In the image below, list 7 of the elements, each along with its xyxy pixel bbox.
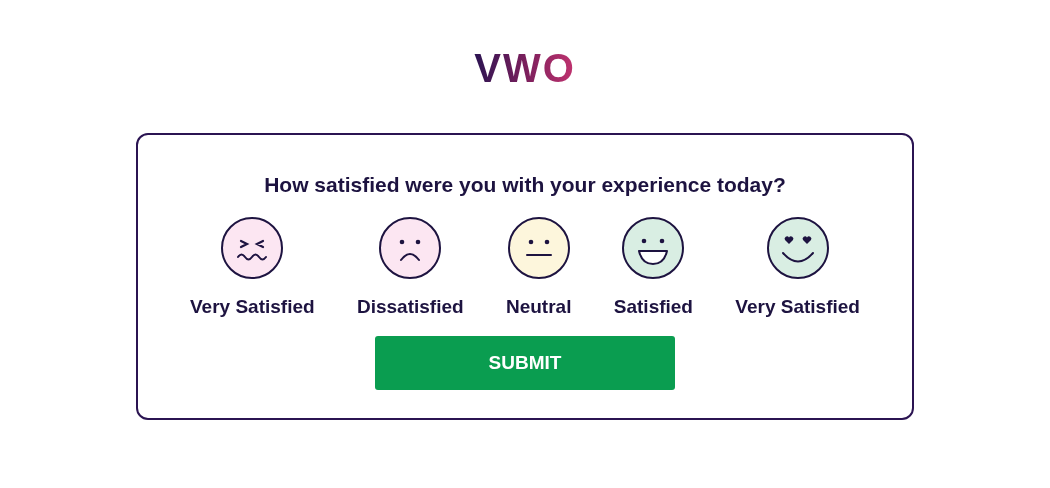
rating-option[interactable]: Neutral [505, 216, 572, 321]
submit-button[interactable]: SUBMIT [375, 336, 675, 391]
rating-option[interactable]: Satisfied [613, 216, 693, 321]
rating-option[interactable]: Dissatisfied [356, 216, 464, 321]
rating-option[interactable]: Very Satisfied [190, 216, 315, 321]
question-text: How satisfied were you with your experience today? [264, 173, 786, 196]
rating-option[interactable]: Very Satisfied [735, 216, 860, 321]
